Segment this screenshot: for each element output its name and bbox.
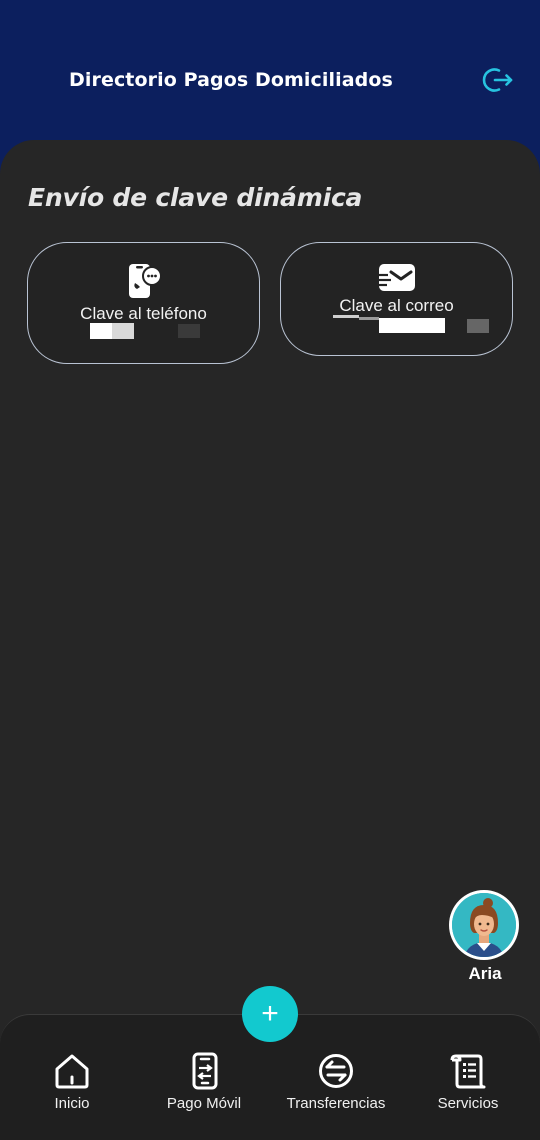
phone-message-icon bbox=[129, 264, 162, 298]
logout-icon bbox=[482, 68, 513, 92]
services-icon bbox=[450, 1054, 486, 1089]
redacted-phone-number bbox=[90, 323, 200, 339]
assistant-button[interactable]: Aria bbox=[449, 890, 521, 984]
logout-button[interactable] bbox=[480, 62, 516, 98]
nav-item-pago-movil[interactable]: Pago Móvil bbox=[154, 1052, 254, 1112]
nav-label-transferencias: Transferencias bbox=[286, 1095, 386, 1112]
avatar bbox=[449, 890, 519, 960]
section-title: Envío de clave dinámica bbox=[28, 183, 363, 212]
home-icon bbox=[55, 1054, 89, 1089]
redacted-email bbox=[333, 315, 489, 333]
add-button[interactable]: + bbox=[242, 986, 298, 1042]
plus-icon: + bbox=[261, 997, 279, 1030]
option-label-mail: Clave al correo bbox=[339, 296, 454, 315]
nav-label-inicio: Inicio bbox=[54, 1095, 90, 1112]
option-card-mail[interactable]: Clave al correo bbox=[280, 242, 513, 356]
nav-label-pago-movil: Pago Móvil bbox=[166, 1095, 242, 1112]
screen: Directorio Pagos Domiciliados Envío de c… bbox=[0, 0, 540, 1140]
assistant-name: Aria bbox=[468, 964, 502, 983]
nav-item-inicio[interactable]: Inicio bbox=[32, 1052, 112, 1112]
option-card-phone[interactable]: Clave al teléfono bbox=[27, 242, 260, 364]
transfer-icon bbox=[319, 1054, 353, 1088]
assistant-avatar-icon bbox=[452, 893, 516, 957]
page-title: Directorio Pagos Domiciliados bbox=[69, 69, 393, 91]
nav-item-servicios[interactable]: Servicios bbox=[418, 1052, 518, 1112]
nav-item-transferencias[interactable]: Transferencias bbox=[276, 1052, 396, 1112]
envelope-fast-icon bbox=[379, 264, 415, 291]
mobile-transfer-icon bbox=[192, 1052, 218, 1090]
nav-label-servicios: Servicios bbox=[437, 1095, 499, 1112]
